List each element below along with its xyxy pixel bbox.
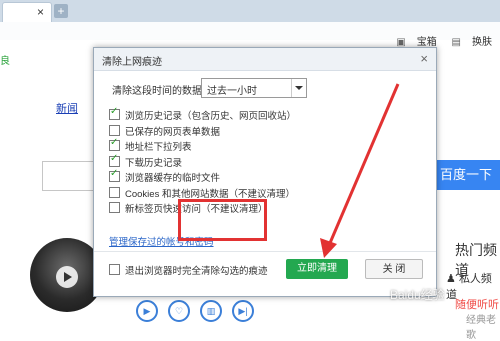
tab-close-icon[interactable]: × xyxy=(37,5,44,19)
page-toplinks: ▣ 宝箱 ▤ 换肤 xyxy=(384,33,492,48)
option-label: Cookies 和其他网站数据（不建议清理） xyxy=(125,188,295,200)
random-listen-link[interactable]: 随便听听 xyxy=(455,296,499,312)
skin-icon: ▤ xyxy=(451,37,461,48)
close-icon[interactable]: × xyxy=(420,51,428,66)
close-button[interactable]: 关 闭 xyxy=(365,259,423,279)
skin-link[interactable]: ▤ 换肤 xyxy=(450,37,492,48)
checkbox[interactable] xyxy=(109,186,120,198)
time-range-value: 过去一小时 xyxy=(207,86,257,97)
like-button-icon[interactable]: ♡ xyxy=(168,300,190,322)
checkbox[interactable] xyxy=(109,153,120,167)
option-label: 浏览历史记录（包含历史、网页回收站） xyxy=(125,111,297,122)
classic-songs-link[interactable]: 经典老歌 xyxy=(466,311,500,341)
play-icon[interactable] xyxy=(56,266,78,288)
time-range-select[interactable]: 过去一小时 xyxy=(201,78,307,98)
new-tab-button[interactable]: + xyxy=(54,4,68,18)
option-label: 浏览器缓存的临时文件 xyxy=(125,173,221,184)
dialog-titlebar: 清除上网痕迹 × xyxy=(94,48,436,71)
dialog-title: 清除上网痕迹 xyxy=(102,57,162,68)
delete-button-icon[interactable]: ▥ xyxy=(200,300,222,322)
checkbox[interactable] xyxy=(109,124,120,136)
option-label: 已保存的网页表单数据 xyxy=(125,126,221,138)
checkbox[interactable] xyxy=(109,137,120,151)
user-icon: ♟ xyxy=(446,273,456,285)
checkbox[interactable] xyxy=(109,106,120,120)
play-button-icon[interactable]: ▶ xyxy=(136,300,158,322)
checkbox[interactable] xyxy=(109,168,120,182)
checkbox[interactable] xyxy=(109,264,120,275)
browser-tab[interactable]: × xyxy=(2,2,52,23)
page-fragment-text: 良 xyxy=(0,56,10,67)
chevron-down-icon[interactable] xyxy=(291,79,306,97)
highlight-box xyxy=(178,199,267,241)
exit-clear-label: 退出浏览器时完全清除勾选的痕迹 xyxy=(125,266,268,277)
option-label: 下载历史记录 xyxy=(125,157,183,169)
tab-bar: × + xyxy=(0,0,500,23)
time-range-label: 清除这段时间的数据： xyxy=(112,86,212,97)
divider xyxy=(94,251,436,252)
clear-history-dialog: 清除上网痕迹 × 清除这段时间的数据： 过去一小时 浏览历史记录（包含历史、网页… xyxy=(93,47,437,297)
news-link[interactable]: 新闻 xyxy=(56,100,78,116)
watermark: Baidu经验 xyxy=(390,288,445,302)
checkbox[interactable] xyxy=(109,202,120,213)
next-button-icon[interactable]: ▶| xyxy=(232,300,254,322)
baidu-search-button[interactable]: 百度一下 xyxy=(432,160,500,190)
clear-now-button[interactable]: 立即清理 xyxy=(286,259,348,279)
option-label: 地址栏下拉列表 xyxy=(125,142,192,153)
